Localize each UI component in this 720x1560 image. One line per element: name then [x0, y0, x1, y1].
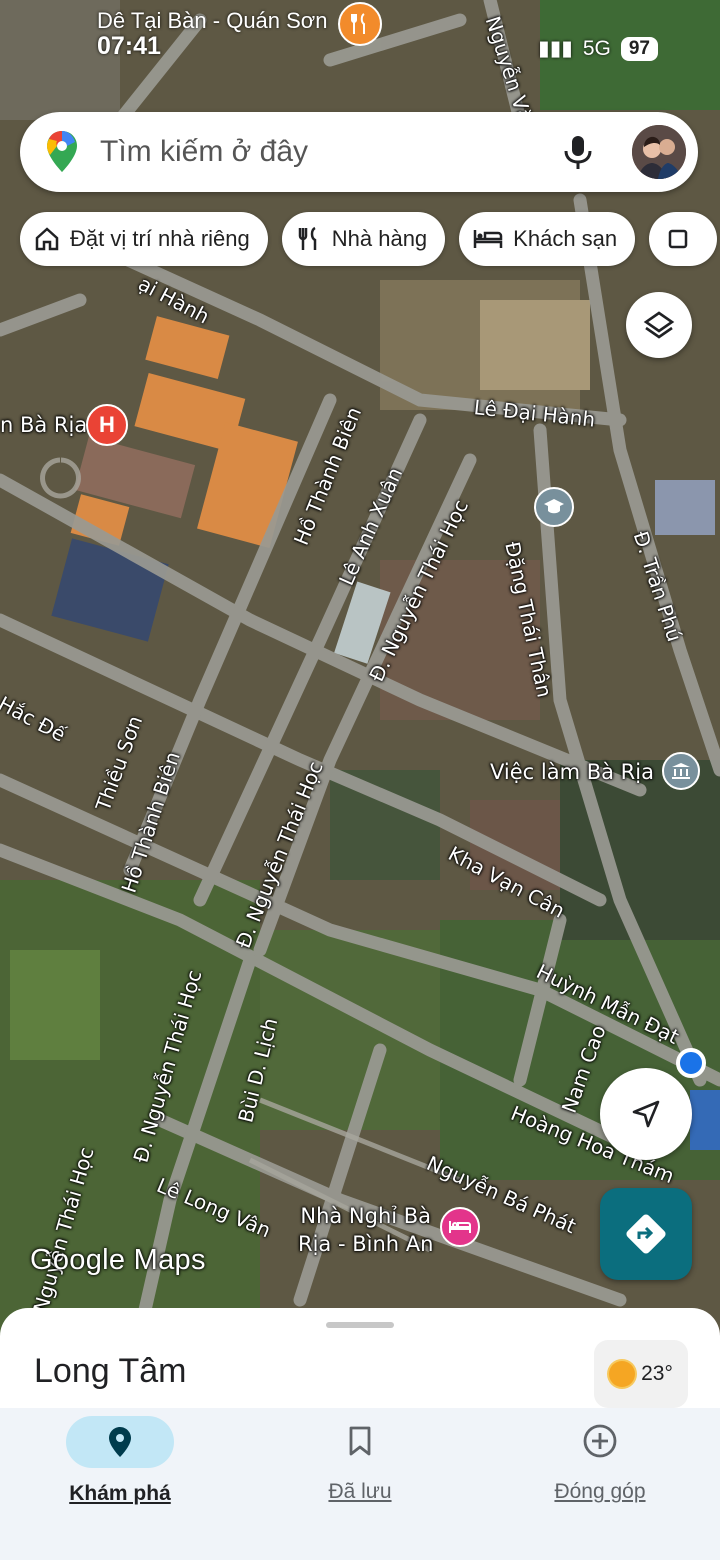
poi-label-nha-nghi[interactable]: Nhà Nghỉ Bà Rịa - Bình An	[298, 1202, 433, 1258]
directions-icon	[626, 1214, 666, 1254]
directions-button[interactable]	[600, 1188, 692, 1280]
navigation-arrow-icon	[632, 1100, 660, 1128]
poi-label-hospital[interactable]: n Bà Rịa	[0, 413, 87, 437]
chip-restaurants[interactable]: Nhà hàng	[281, 212, 446, 266]
hospital-icon[interactable]: H	[86, 404, 128, 446]
status-bar-right: ▮▮▮ 5G 97	[538, 36, 658, 61]
hotel-icon[interactable]	[440, 1207, 480, 1247]
chip-set-home[interactable]: Đặt vị trí nhà riêng	[20, 212, 268, 266]
chip-label: Nhà hàng	[331, 226, 428, 251]
hotel-icon	[473, 230, 503, 248]
place-name: Long Tâm	[34, 1352, 187, 1390]
search-bar[interactable]: Tìm kiếm ở đây	[20, 112, 698, 192]
account-avatar[interactable]	[632, 125, 686, 179]
nav-explore[interactable]: Khám phá	[20, 1416, 220, 1506]
my-location-button[interactable]	[600, 1068, 692, 1160]
poi-label-viec-lam[interactable]: Việc làm Bà Rịa	[490, 760, 654, 784]
school-icon[interactable]	[534, 487, 574, 527]
explore-pin-icon	[109, 1427, 131, 1457]
layers-icon	[643, 311, 675, 339]
poi-label-nha-nghi-text: Nhà Nghỉ Bà Rịa - Bình An	[298, 1204, 434, 1256]
mic-icon[interactable]	[558, 132, 598, 172]
chip-label: Đặt vị trí nhà riêng	[70, 226, 250, 251]
search-input[interactable]: Tìm kiếm ở đây	[100, 135, 558, 169]
chip-more[interactable]	[649, 212, 718, 266]
temperature: 23°	[641, 1362, 673, 1385]
nav-icon-wrap	[260, 1416, 460, 1466]
google-maps-pin-icon	[47, 131, 77, 172]
status-bar-notification: Dê Tại Bàn - Quán Sơn	[97, 8, 328, 33]
google-maps-logo: Google Maps	[30, 1244, 206, 1276]
add-circle-icon	[583, 1424, 617, 1458]
bookmark-icon	[349, 1426, 371, 1456]
nav-saved[interactable]: Đã lưu	[260, 1416, 460, 1504]
sun-icon	[609, 1361, 636, 1387]
chip-hotels[interactable]: Khách sạn	[459, 212, 636, 266]
home-icon	[35, 227, 59, 251]
weather-chip[interactable]: 23°	[594, 1340, 688, 1408]
category-chips: Đặt vị trí nhà riêng Nhà hàng Khách sạn	[20, 212, 718, 266]
more-category-icon	[668, 229, 688, 249]
nav-contribute[interactable]: Đóng góp	[500, 1416, 700, 1504]
nav-icon-wrap	[500, 1416, 700, 1466]
status-bar-time: 07:41	[97, 32, 161, 60]
nav-label: Khám phá	[69, 1482, 171, 1505]
restaurant-icon[interactable]	[338, 2, 382, 46]
nav-active-indicator	[66, 1416, 174, 1468]
battery-level: 97	[620, 36, 658, 61]
sheet-drag-handle[interactable]	[326, 1322, 394, 1328]
signal-icon: ▮▮▮	[538, 37, 573, 60]
restaurant-icon	[298, 226, 316, 250]
avatar-photo-icon	[632, 125, 686, 179]
layers-button[interactable]	[626, 292, 692, 358]
government-icon[interactable]	[662, 752, 700, 790]
bottom-navigation: Khám phá Đã lưu Đóng góp	[0, 1408, 720, 1560]
nav-label: Đóng góp	[554, 1480, 646, 1503]
nav-label: Đã lưu	[328, 1480, 392, 1503]
network-type: 5G	[582, 36, 611, 60]
chip-label: Khách sạn	[513, 226, 618, 251]
my-location-dot	[676, 1048, 706, 1078]
